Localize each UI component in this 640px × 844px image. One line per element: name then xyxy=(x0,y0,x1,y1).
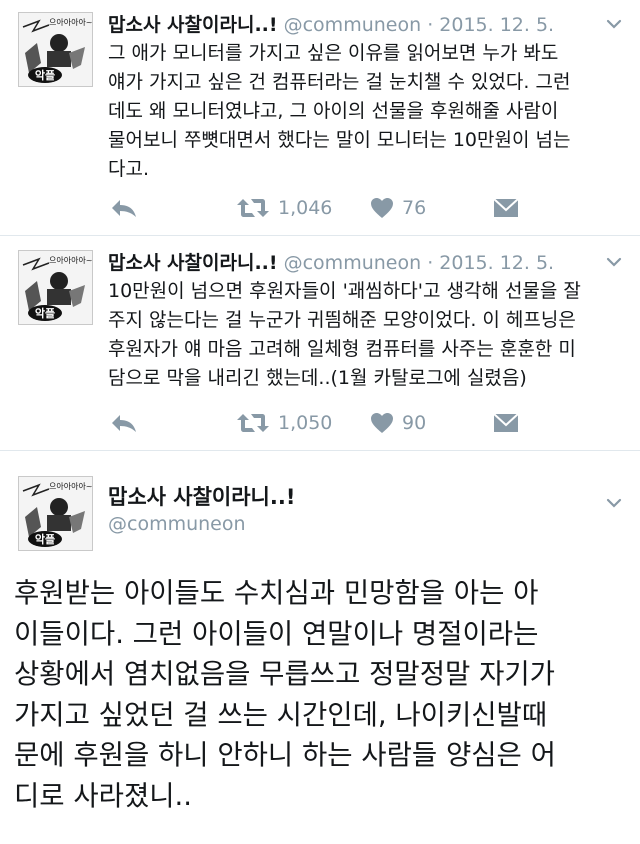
chevron-down-icon[interactable] xyxy=(606,495,622,511)
retweet-icon xyxy=(237,414,269,432)
avatar-image: 으아아아아~!!!! 악플 xyxy=(19,477,92,550)
tweet-detail: 으아아아아~!!!! 악플 맙소사 사찰이라니..! @communeon 후원… xyxy=(0,451,640,844)
avatar[interactable]: 으아아아아~!!!! 악플 xyxy=(18,250,93,325)
tweet-text-line: 다고. xyxy=(108,158,149,180)
meta-separator: · xyxy=(427,14,434,36)
handle[interactable]: @communeon xyxy=(284,252,422,274)
chevron-down-icon[interactable] xyxy=(606,254,622,270)
display-name[interactable]: 맙소사 사찰이라니..! xyxy=(108,14,278,36)
tweet-text-line: 후원받는 아이들도 수치심과 민망함을 아는 아 xyxy=(14,577,539,609)
avatar-badge: 악플 xyxy=(35,69,55,82)
tweet-text-line: 10만원이 넘으면 후원자들이 '괘씸하다'고 생각해 선물을 잘 xyxy=(108,280,581,302)
tweet-text-line: 그 애가 모니터를 가지고 싶은 이유를 읽어보면 누가 봐도 xyxy=(108,42,559,64)
tweet-text-line: 담으로 막을 내리긴 했는데..(1월 카탈로그에 실렸음) xyxy=(108,367,527,389)
reply-button[interactable] xyxy=(110,408,138,438)
tweet-text-line: 물어보니 쭈뼛대면서 했다는 말이 모니터는 10만원이 넘는 xyxy=(108,129,571,151)
reply-button[interactable] xyxy=(110,193,138,223)
tweet-text: 그 애가 모니터를 가지고 싶은 이유를 읽어보면 누가 봐도 얘가 가지고 싶… xyxy=(108,39,628,184)
display-name[interactable]: 맙소사 사찰이라니..! xyxy=(108,252,278,274)
tweet[interactable]: 으아아아아~!!!! 악플 맙소사 사찰이라니..! @communeon · … xyxy=(0,0,640,236)
tweet-header: 맙소사 사찰이라니..! @communeon · 2015. 12. 5. xyxy=(108,10,554,37)
avatar[interactable]: 으아아아아~!!!! 악플 xyxy=(18,476,93,551)
like-button[interactable]: 90 xyxy=(370,408,426,438)
avatar-caption: 으아아아아~!!!! xyxy=(49,481,92,491)
handle[interactable]: @communeon xyxy=(108,513,246,535)
avatar[interactable]: 으아아아아~!!!! 악플 xyxy=(18,12,93,87)
envelope-icon xyxy=(493,413,519,432)
tweet[interactable]: 으아아아아~!!!! 악플 맙소사 사찰이라니..! @communeon · … xyxy=(0,236,640,451)
avatar-caption: 으아아아아~!!!! xyxy=(49,255,92,265)
dm-button[interactable] xyxy=(493,408,519,438)
tweet-text: 후원받는 아이들도 수치심과 민망함을 아는 아 이들이다. 그런 아이들이 연… xyxy=(14,573,634,816)
tweet-actions: 1,050 90 xyxy=(108,408,528,438)
retweet-count: 1,050 xyxy=(278,412,333,434)
avatar-image: 으아아아아~!!!! 악플 xyxy=(19,13,92,86)
tweet-text-line: 후원자가 얘 마음 고려해 일체형 컴퓨터를 사주는 훈훈한 미 xyxy=(108,338,576,360)
heart-icon xyxy=(371,198,393,218)
meta-separator: · xyxy=(427,252,434,274)
timestamp[interactable]: 2015. 12. 5. xyxy=(439,252,554,274)
display-name[interactable]: 맙소사 사찰이라니..! xyxy=(108,481,295,511)
like-button[interactable]: 76 xyxy=(370,193,426,223)
tweet-actions: 1,046 76 xyxy=(108,193,528,223)
envelope-icon xyxy=(493,198,519,217)
heart-icon xyxy=(371,413,393,433)
avatar-image: 으아아아아~!!!! 악플 xyxy=(19,251,92,324)
tweet-text: 10만원이 넘으면 후원자들이 '괘씸하다'고 생각해 선물을 잘 주지 않는다… xyxy=(108,277,628,393)
like-count: 76 xyxy=(402,197,427,219)
timestamp[interactable]: 2015. 12. 5. xyxy=(439,14,554,36)
retweet-button[interactable]: 1,050 xyxy=(236,408,332,438)
reply-icon xyxy=(112,200,136,217)
tweet-header: 맙소사 사찰이라니..! @communeon · 2015. 12. 5. xyxy=(108,248,554,275)
chevron-down-icon[interactable] xyxy=(606,16,622,32)
tweet-text-line: 가지고 싶었던 걸 쓰는 시간인데, 나이키신발때 xyxy=(14,698,548,731)
tweet-text-line: 얘가 가지고 싶은 건 컴퓨터라는 걸 눈치챌 수 있었다. 그런 xyxy=(108,71,571,93)
retweet-button[interactable]: 1,046 xyxy=(236,193,332,223)
handle[interactable]: @communeon xyxy=(284,14,422,36)
tweet-text-line: 데도 왜 모니터였냐고, 그 아이의 선물을 후원해줄 사람이 xyxy=(108,100,559,122)
tweet-text-line: 디로 사라졌니.. xyxy=(14,779,193,812)
retweet-count: 1,046 xyxy=(278,197,333,219)
avatar-badge: 악플 xyxy=(35,307,55,320)
avatar-caption: 으아아아아~!!!! xyxy=(49,17,92,27)
tweet-text-line: 이들이다. 그런 아이들이 연말이나 명절이라는 xyxy=(14,617,539,650)
avatar-badge: 악플 xyxy=(35,533,55,546)
tweet-text-line: 문에 후원을 하니 안하니 하는 사람들 양심은 어 xyxy=(14,739,556,771)
dm-button[interactable] xyxy=(493,193,519,223)
tweet-text-line: 상황에서 염치없음을 무릅쓰고 정말정말 자기가 xyxy=(14,658,555,690)
retweet-icon xyxy=(237,199,269,217)
tweet-text-line: 주지 않는다는 걸 누군가 귀띔해준 모양이었다. 이 헤프닝은 xyxy=(108,309,576,331)
like-count: 90 xyxy=(402,412,427,434)
reply-icon xyxy=(112,415,136,432)
